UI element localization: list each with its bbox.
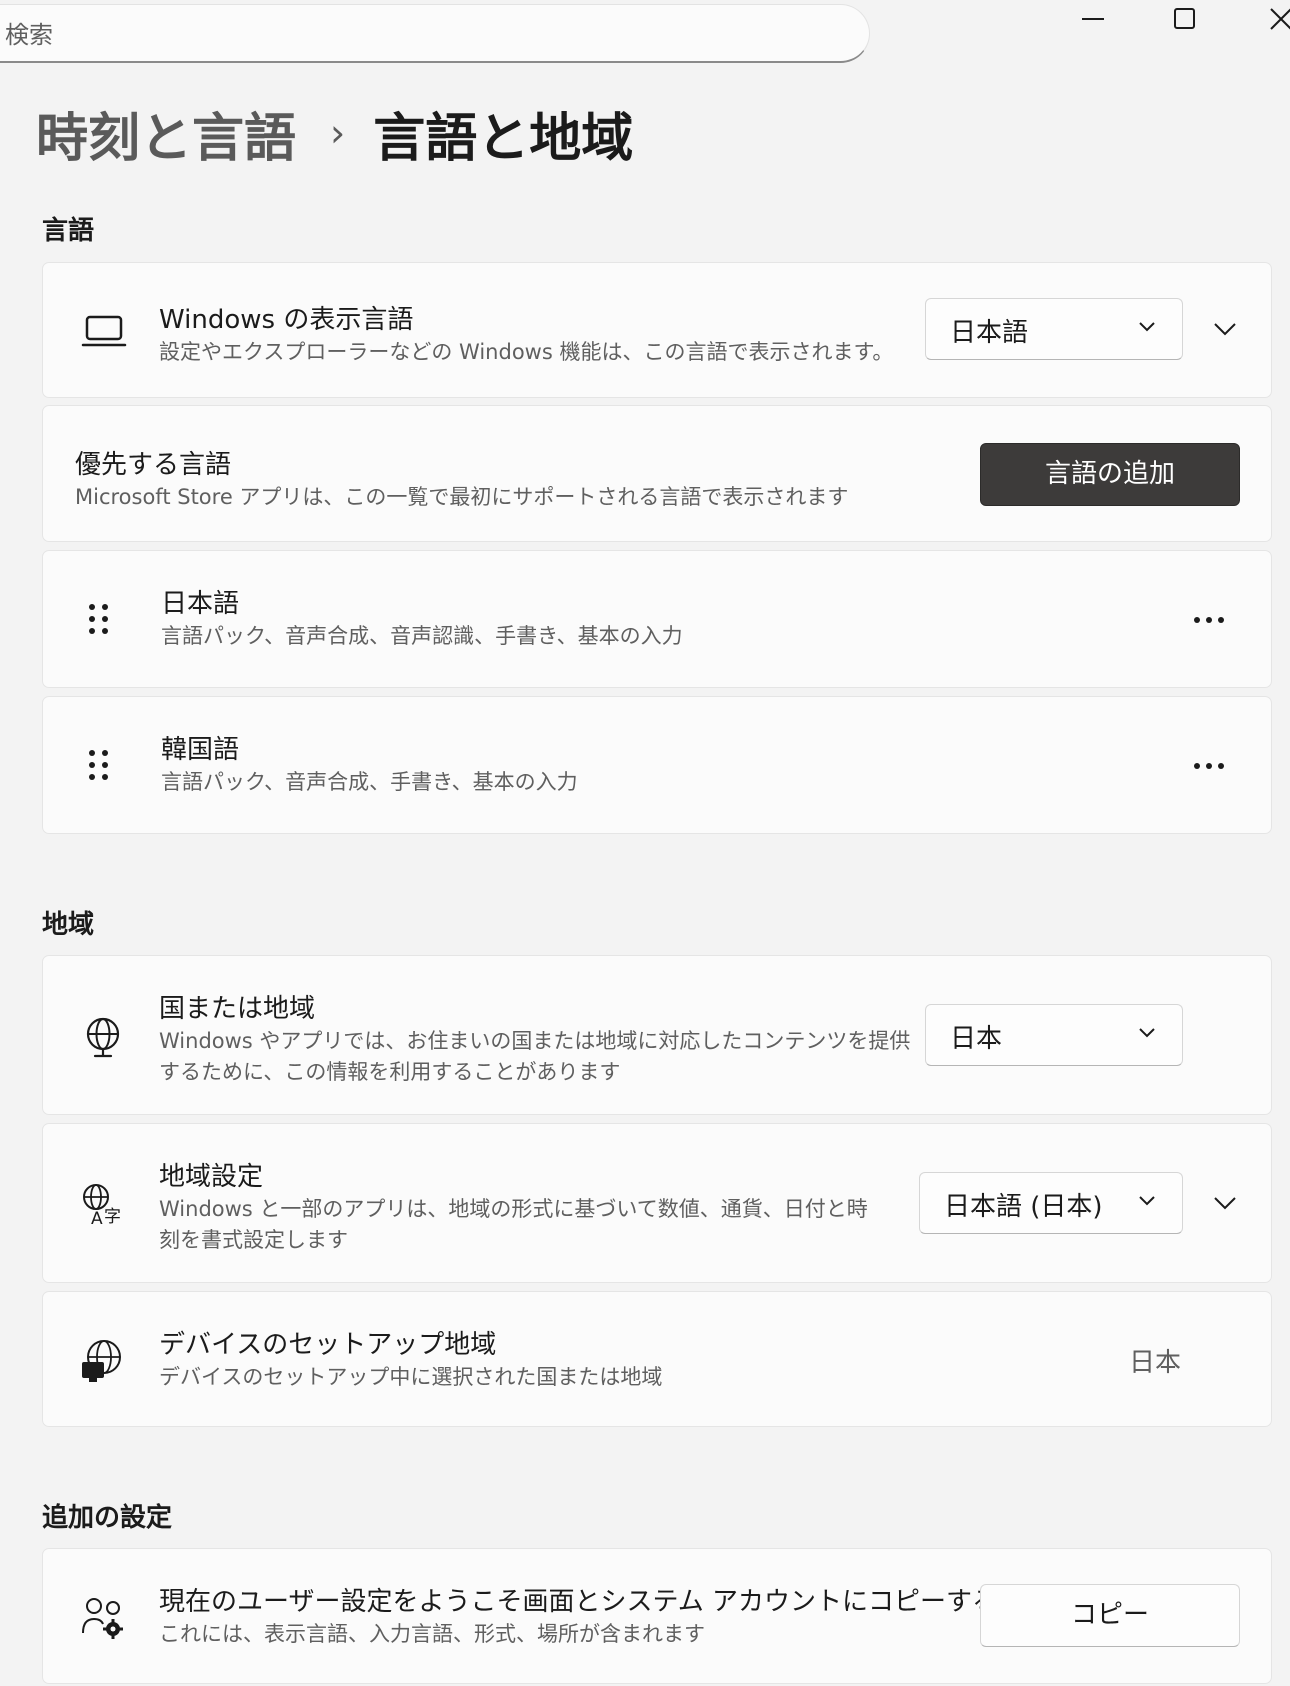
regional-format-description-line1: Windows と一部のアプリは、地域の形式に基づいて数値、通貨、日付と時 (159, 1197, 868, 1221)
chevron-down-icon (1139, 1028, 1155, 1038)
display-language-expand-button[interactable] (1205, 309, 1245, 349)
regional-format-selected: 日本語 (日本) (944, 1192, 1103, 1222)
svg-text:字: 字 (104, 1207, 121, 1227)
language-name: 韓国語 (161, 735, 240, 765)
globe-icon (86, 1017, 120, 1058)
copy-button[interactable]: コピー (980, 1584, 1240, 1647)
svg-text:A: A (91, 1209, 103, 1229)
copy-settings-description: これには、表示言語、入力言語、形式、場所が含まれます (159, 1622, 705, 1646)
language-features: 言語パック、音声合成、手書き、基本の入力 (161, 770, 578, 794)
display-language-card: Windows の表示言語 設定やエクスプローラーなどの Windows 機能は… (42, 262, 1272, 398)
copy-settings-title: 現在のユーザー設定をようこそ画面とシステム アカウントにコピーする (159, 1587, 998, 1617)
maximize-button[interactable] (1150, 0, 1220, 40)
regional-format-description-line2: 刻を書式設定します (159, 1228, 348, 1252)
language-features: 言語パック、音声合成、音声認識、手書き、基本の入力 (161, 624, 683, 648)
chevron-down-icon (1214, 1197, 1236, 1210)
country-region-description-line1: Windows やアプリでは、お住まいの国または地域に対応したコンテンツを提供 (159, 1029, 911, 1053)
preferred-languages-title: 優先する言語 (75, 450, 232, 480)
display-language-title: Windows の表示言語 (159, 305, 414, 335)
users-gear-icon (82, 1598, 123, 1639)
breadcrumb-parent-link[interactable]: 時刻と言語 (36, 96, 296, 171)
section-title-additional: 追加の設定 (42, 1503, 173, 1533)
display-language-dropdown[interactable]: 日本語 (925, 298, 1183, 360)
setup-region-card: デバイスのセットアップ地域 デバイスのセットアップ中に選択された国または地域 日… (42, 1291, 1272, 1427)
copy-settings-card: 現在のユーザー設定をようこそ画面とシステム アカウントにコピーする これには、表… (42, 1548, 1272, 1684)
chevron-down-icon (1139, 322, 1155, 332)
close-icon (1270, 8, 1290, 30)
chevron-down-icon (1214, 323, 1236, 336)
country-region-selected: 日本 (950, 1024, 1003, 1054)
close-button[interactable] (1246, 0, 1290, 40)
display-language-description: 設定やエクスプローラーなどの Windows 機能は、この言語で表示されます。 (159, 340, 894, 364)
setup-region-description: デバイスのセットアップ中に選択された国または地域 (159, 1365, 663, 1389)
breadcrumb-separator: › (330, 111, 346, 155)
country-region-title: 国または地域 (159, 994, 316, 1024)
display-language-selected: 日本語 (950, 318, 1029, 348)
regional-format-title: 地域設定 (159, 1162, 264, 1192)
minimize-button[interactable] (1058, 0, 1128, 40)
more-options-icon[interactable] (1189, 746, 1229, 786)
country-region-description-line2: するために、この情報を利用することがあります (159, 1060, 621, 1084)
globe-language-icon: A 字 (83, 1184, 121, 1229)
chevron-down-icon (1139, 1196, 1155, 1206)
country-region-dropdown[interactable]: 日本 (925, 1004, 1183, 1066)
minimize-icon (1082, 18, 1104, 20)
section-title-region: 地域 (42, 910, 95, 940)
search-input[interactable] (3, 17, 807, 53)
regional-format-card: A 字 地域設定 Windows と一部のアプリは、地域の形式に基づいて数値、通… (42, 1123, 1272, 1283)
drag-handle-icon[interactable] (85, 746, 115, 786)
search-box[interactable] (0, 4, 870, 63)
page-title: 言語と地域 (373, 108, 634, 169)
language-name: 日本語 (161, 589, 240, 619)
setup-region-value: 日本 (1129, 1348, 1182, 1378)
preferred-languages-card: 優先する言語 Microsoft Store アプリは、この一覧で最初にサポート… (42, 405, 1272, 542)
regional-format-dropdown[interactable]: 日本語 (日本) (919, 1172, 1183, 1234)
drag-handle-icon[interactable] (85, 600, 115, 640)
regional-format-expand-button[interactable] (1205, 1183, 1245, 1223)
maximize-icon (1174, 8, 1195, 29)
globe-device-icon (82, 1340, 121, 1382)
language-item-japanese[interactable]: 日本語 言語パック、音声合成、音声認識、手書き、基本の入力 (42, 550, 1272, 688)
preferred-languages-description: Microsoft Store アプリは、この一覧で最初にサポートされる言語で表… (75, 485, 849, 509)
add-language-button[interactable]: 言語の追加 (980, 443, 1240, 506)
section-title-language: 言語 (42, 216, 95, 246)
language-item-korean[interactable]: 韓国語 言語パック、音声合成、手書き、基本の入力 (42, 696, 1272, 834)
laptop-icon (81, 315, 127, 347)
breadcrumb: 時刻と言語 › 言語と地域 (36, 96, 634, 171)
more-options-icon[interactable] (1189, 600, 1229, 640)
setup-region-title: デバイスのセットアップ地域 (159, 1330, 497, 1360)
country-region-card: 国または地域 Windows やアプリでは、お住まいの国または地域に対応したコン… (42, 955, 1272, 1115)
